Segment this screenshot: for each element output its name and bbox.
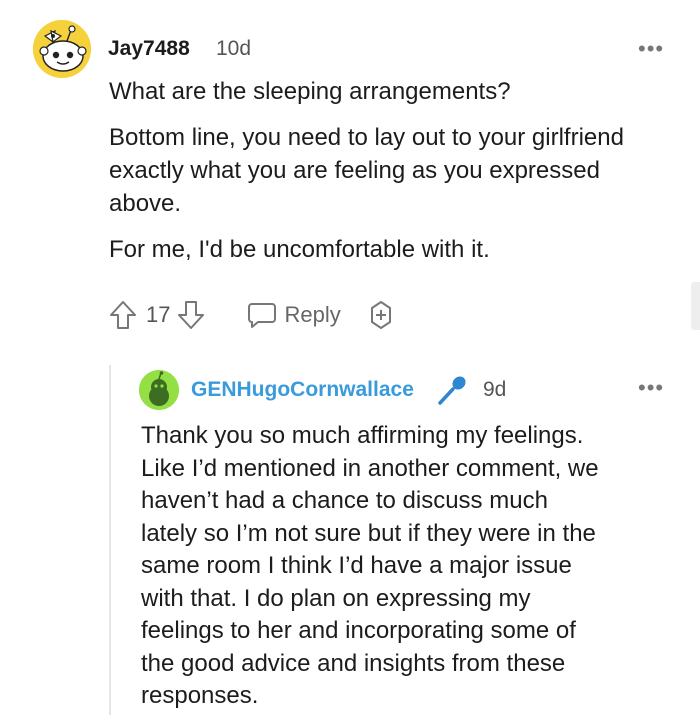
- upvote-icon[interactable]: [108, 299, 138, 331]
- snoo-avatar-icon: [33, 20, 91, 78]
- reply-line: lately so I’m not sure but if they were …: [141, 519, 596, 547]
- more-options-icon[interactable]: •••: [638, 375, 664, 401]
- reply-body: Thank you so much affirming my feelings.…: [141, 420, 691, 713]
- reply-line: with that. I do plan on expressing my: [141, 584, 531, 612]
- reply-bubble-icon: [248, 303, 277, 328]
- reply-line: Like I’d mentioned in another comment, w…: [141, 454, 599, 482]
- reply-line: Thank you so much affirming my feelings.: [141, 422, 584, 449]
- comment-actions: 17 Reply: [108, 299, 397, 331]
- thread-line[interactable]: [109, 365, 111, 715]
- reply-line: same room I think I’d have a major issue: [141, 552, 572, 579]
- reply-user-avatar[interactable]: [139, 370, 179, 410]
- reply-timestamp: 9d: [483, 378, 507, 401]
- reply-line: the good advice and insights from these: [141, 649, 566, 677]
- microphone-icon: [434, 372, 470, 413]
- award-icon[interactable]: [365, 299, 397, 331]
- more-options-icon[interactable]: •••: [638, 36, 664, 62]
- comment-body: What are the sleeping arrangements? Bott…: [109, 75, 669, 266]
- snoo-avatar-icon: [139, 370, 179, 410]
- comment-paragraph: Bottom line, you need to lay out to your…: [109, 124, 624, 217]
- comment-username[interactable]: Jay7488: [108, 37, 190, 61]
- reply-line: responses.: [141, 682, 259, 709]
- reply-line: haven’t had a chance to discuss much: [141, 487, 548, 514]
- vote-count: 17: [146, 302, 171, 327]
- reply-label: Reply: [284, 302, 341, 327]
- user-avatar[interactable]: [33, 20, 91, 78]
- comment-paragraph: What are the sleeping arrangements?: [109, 78, 511, 105]
- comment-paragraph: For me, I'd be uncomfortable with it.: [109, 236, 490, 263]
- downvote-icon[interactable]: [176, 299, 206, 331]
- edge-handle[interactable]: [691, 282, 700, 330]
- comment-timestamp: 10d: [216, 37, 252, 60]
- reply-username[interactable]: GENHugoCornwallace: [191, 378, 414, 402]
- reply-button[interactable]: Reply: [246, 300, 341, 330]
- reply-line: feelings to her and incorporating some o…: [141, 617, 576, 644]
